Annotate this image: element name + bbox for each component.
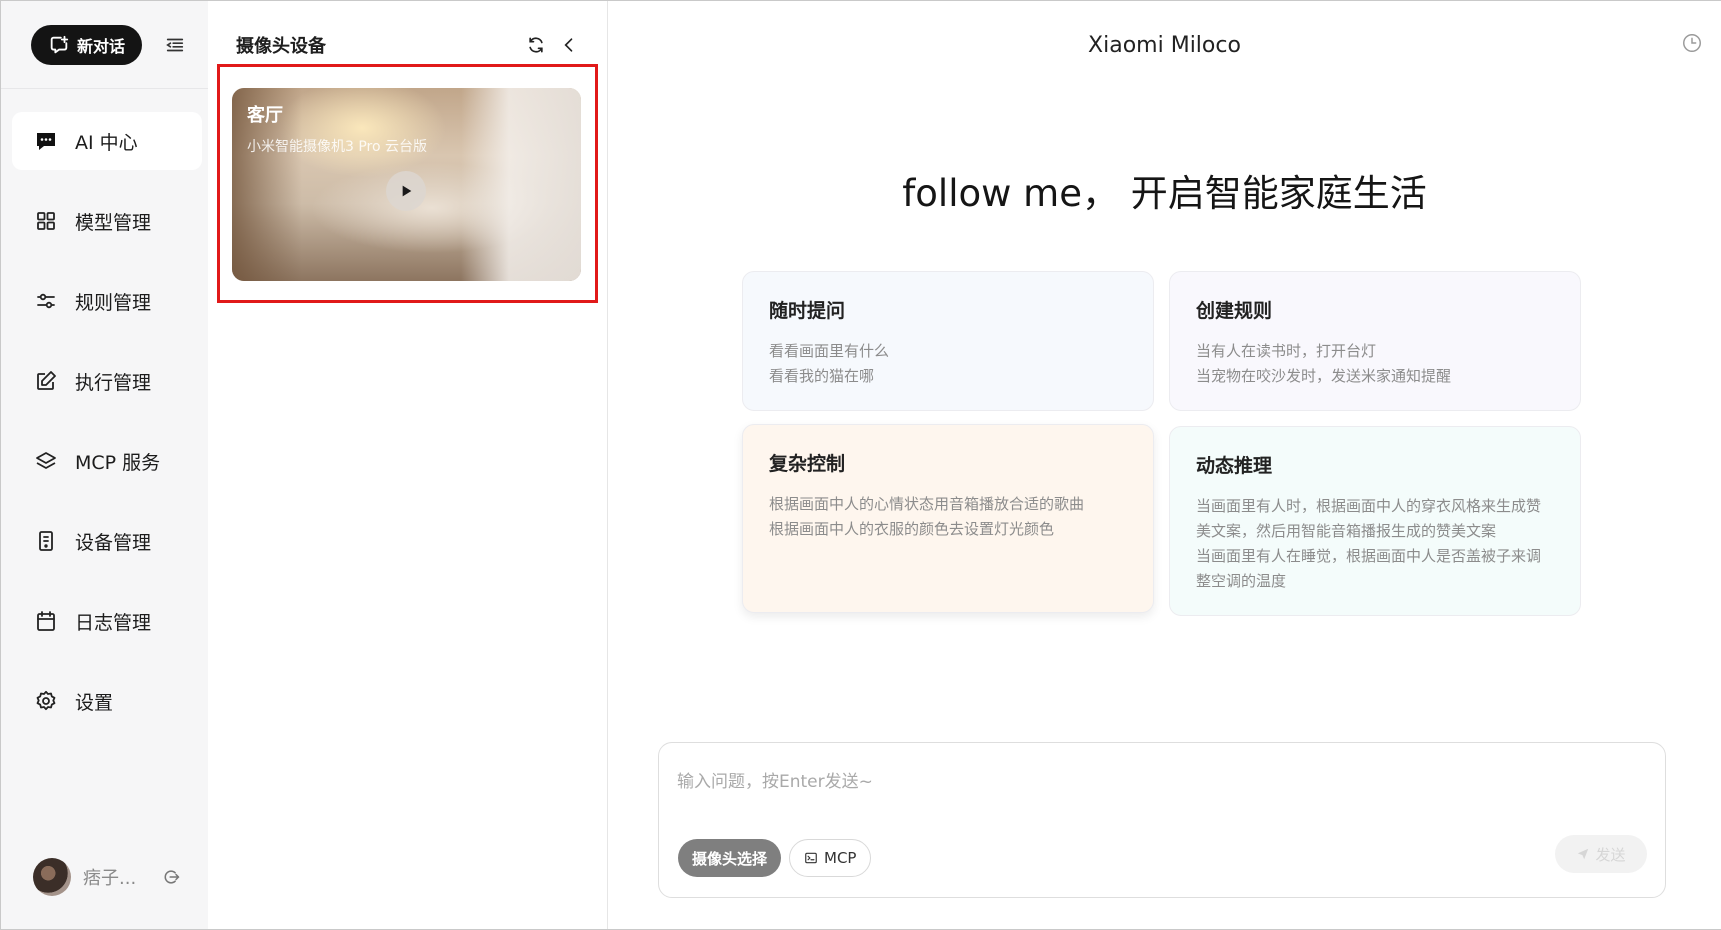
new-chat-icon	[50, 35, 69, 53]
sidebar-item-rules[interactable]: 规则管理	[12, 272, 202, 330]
main-area: Xiaomi Miloco follow me， 开启智能家庭生活 随时提问 看…	[608, 1, 1721, 929]
new-chat-label: 新对话	[76, 36, 125, 56]
sidebar-item-logs[interactable]: 日志管理	[12, 592, 202, 650]
sidebar-item-devices[interactable]: 设备管理	[12, 512, 202, 570]
mcp-label: MCP	[824, 849, 857, 867]
camera-panel: 摄像头设备 客厅 小米智能摄像机3 Pro 云台版	[208, 1, 608, 929]
send-button[interactable]: 发送	[1555, 835, 1647, 873]
terminal-icon	[805, 852, 817, 864]
avatar[interactable]	[33, 858, 71, 896]
sliders-icon	[37, 293, 55, 309]
sidebar-item-label: 规则管理	[75, 291, 152, 314]
suggestion-card-control[interactable]: 复杂控制 根据画面中人的心情状态用音箱播放合适的歌曲 根据画面中人的衣服的颜色去…	[742, 424, 1154, 613]
layers-icon	[36, 452, 56, 469]
card-example[interactable]: 当宠物在咬沙发时，发送米家通知提醒	[1196, 364, 1554, 389]
sidebar-item-execution[interactable]: 执行管理	[12, 352, 202, 410]
play-icon	[402, 185, 412, 197]
card-example[interactable]: 当画面里有人在睡觉，根据画面中人是否盖被子来调整空调的温度	[1196, 544, 1554, 594]
camera-panel-header: 摄像头设备	[208, 1, 607, 89]
chat-input[interactable]	[677, 767, 1637, 807]
card-example[interactable]: 当有人在读书时，打开台灯	[1196, 339, 1554, 364]
chat-input-box: 摄像头选择 MCP 发送	[658, 742, 1666, 898]
camera-select-button[interactable]: 摄像头选择	[678, 839, 782, 877]
play-button[interactable]	[386, 171, 426, 211]
card-example[interactable]: 看看我的猫在哪	[769, 364, 1127, 389]
app-window: 新对话 AI 中心 模型管理 规则管理 执行管理 MCP 服务 设备管理 日志管…	[0, 0, 1721, 930]
sidebar-item-label: 模型管理	[75, 211, 152, 234]
sidebar-nav: 新对话 AI 中心 模型管理 规则管理 执行管理 MCP 服务 设备管理 日志管…	[1, 1, 208, 929]
sidebar-item-mcp[interactable]: MCP 服务	[12, 432, 202, 490]
suggestion-card-rules[interactable]: 创建规则 当有人在读书时，打开台灯 当宠物在咬沙发时，发送米家通知提醒	[1169, 271, 1581, 411]
send-icon	[1578, 848, 1589, 860]
nav-top-bar: 新对话	[1, 1, 208, 89]
card-title: 动态推理	[1196, 455, 1273, 477]
sidebar-item-label: MCP 服务	[75, 451, 161, 474]
user-name: 痞子...	[83, 868, 137, 889]
suggestion-card-ask[interactable]: 随时提问 看看画面里有什么 看看我的猫在哪	[742, 271, 1154, 411]
camera-model-label: 小米智能摄像机3 Pro 云台版	[247, 139, 428, 155]
card-title: 创建规则	[1196, 300, 1273, 322]
sidebar-item-label: 执行管理	[75, 371, 152, 394]
card-example[interactable]: 看看画面里有什么	[769, 339, 1127, 364]
calendar-icon	[37, 611, 55, 631]
sidebar-item-settings[interactable]: 设置	[12, 672, 202, 730]
sidebar-item-label: 日志管理	[75, 611, 152, 634]
nav-list: AI 中心 模型管理 规则管理 执行管理 MCP 服务 设备管理 日志管理 设置	[1, 89, 208, 730]
chevron-left-icon[interactable]	[559, 35, 579, 55]
hero-heading: follow me， 开启智能家庭生活	[902, 172, 1427, 215]
refresh-icon[interactable]	[526, 35, 546, 55]
sidebar-item-label: AI 中心	[75, 131, 138, 154]
collapse-menu-icon[interactable]	[164, 34, 186, 56]
suggestion-card-reasoning[interactable]: 动态推理 当画面里有人时，根据画面中人的穿衣风格来生成赞美文案，然后用智能音箱播…	[1169, 426, 1581, 616]
history-icon[interactable]	[1681, 32, 1703, 54]
device-icon	[39, 531, 53, 551]
logout-icon[interactable]	[161, 867, 181, 887]
card-example[interactable]: 根据画面中人的心情状态用音箱播放合适的歌曲	[769, 492, 1127, 517]
camera-panel-title: 摄像头设备	[236, 36, 326, 57]
gear-icon	[36, 690, 56, 711]
new-chat-button[interactable]: 新对话	[31, 24, 142, 65]
sidebar-item-label: 设置	[75, 691, 114, 714]
chat-icon	[37, 133, 55, 150]
card-title: 随时提问	[769, 300, 846, 322]
card-example[interactable]: 根据画面中人的衣服的颜色去设置灯光颜色	[769, 517, 1127, 542]
grid-icon	[37, 212, 55, 230]
mcp-button[interactable]: MCP	[789, 839, 872, 877]
camera-select-label: 摄像头选择	[692, 849, 768, 868]
camera-room-label: 客厅	[247, 105, 283, 126]
app-brand: Xiaomi Miloco	[1088, 33, 1241, 58]
send-label: 发送	[1595, 845, 1626, 864]
card-title: 复杂控制	[769, 453, 846, 475]
edit-icon	[37, 371, 56, 390]
card-example[interactable]: 当画面里有人时，根据画面中人的穿衣风格来生成赞美文案，然后用智能音箱播报生成的赞…	[1196, 494, 1554, 544]
sidebar-item-models[interactable]: 模型管理	[12, 192, 202, 250]
sidebar-item-ai-center[interactable]: AI 中心	[12, 112, 202, 170]
sidebar-item-label: 设备管理	[75, 531, 152, 554]
user-info: 痞子...	[33, 858, 181, 896]
camera-card[interactable]: 客厅 小米智能摄像机3 Pro 云台版	[232, 88, 581, 281]
